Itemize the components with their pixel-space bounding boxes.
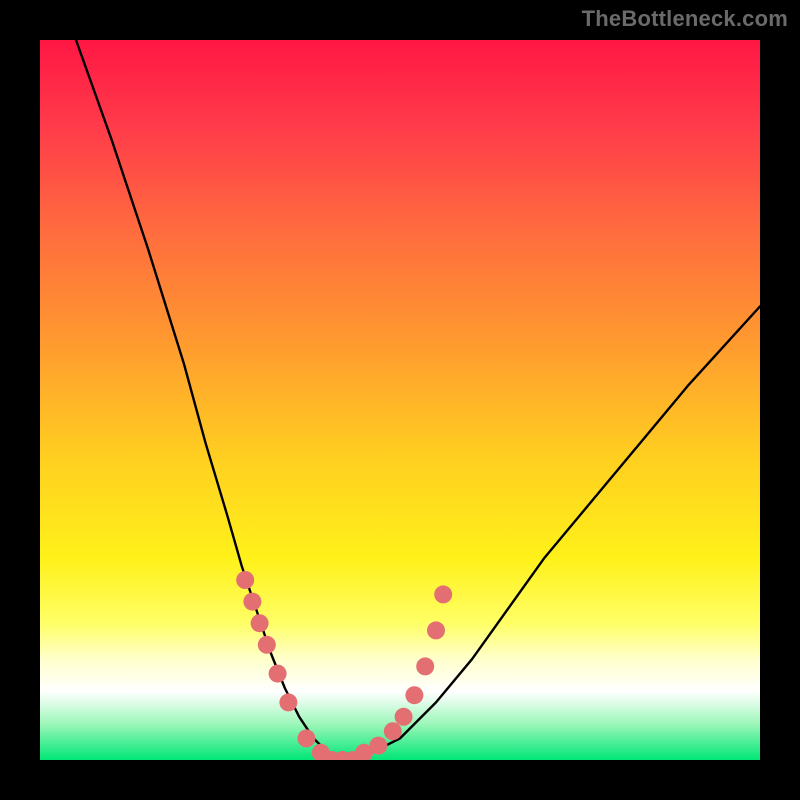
- highlight-dot: [395, 708, 413, 726]
- chart-svg: [40, 40, 760, 760]
- highlight-dot: [258, 636, 276, 654]
- highlight-dot: [269, 665, 287, 683]
- highlight-dot: [427, 621, 445, 639]
- highlight-dot: [251, 614, 269, 632]
- highlight-dot: [405, 686, 423, 704]
- highlight-dot: [243, 593, 261, 611]
- highlight-dot: [279, 693, 297, 711]
- watermark-text: TheBottleneck.com: [582, 6, 788, 32]
- highlight-dot: [384, 722, 402, 740]
- highlight-dot: [297, 729, 315, 747]
- bottleneck-curve: [76, 40, 760, 760]
- highlight-dot: [236, 571, 254, 589]
- highlight-dot: [369, 737, 387, 755]
- highlight-dot: [416, 657, 434, 675]
- highlight-dots: [236, 571, 452, 760]
- plot-area: [40, 40, 760, 760]
- highlight-dot: [434, 585, 452, 603]
- chart-frame: TheBottleneck.com: [0, 0, 800, 800]
